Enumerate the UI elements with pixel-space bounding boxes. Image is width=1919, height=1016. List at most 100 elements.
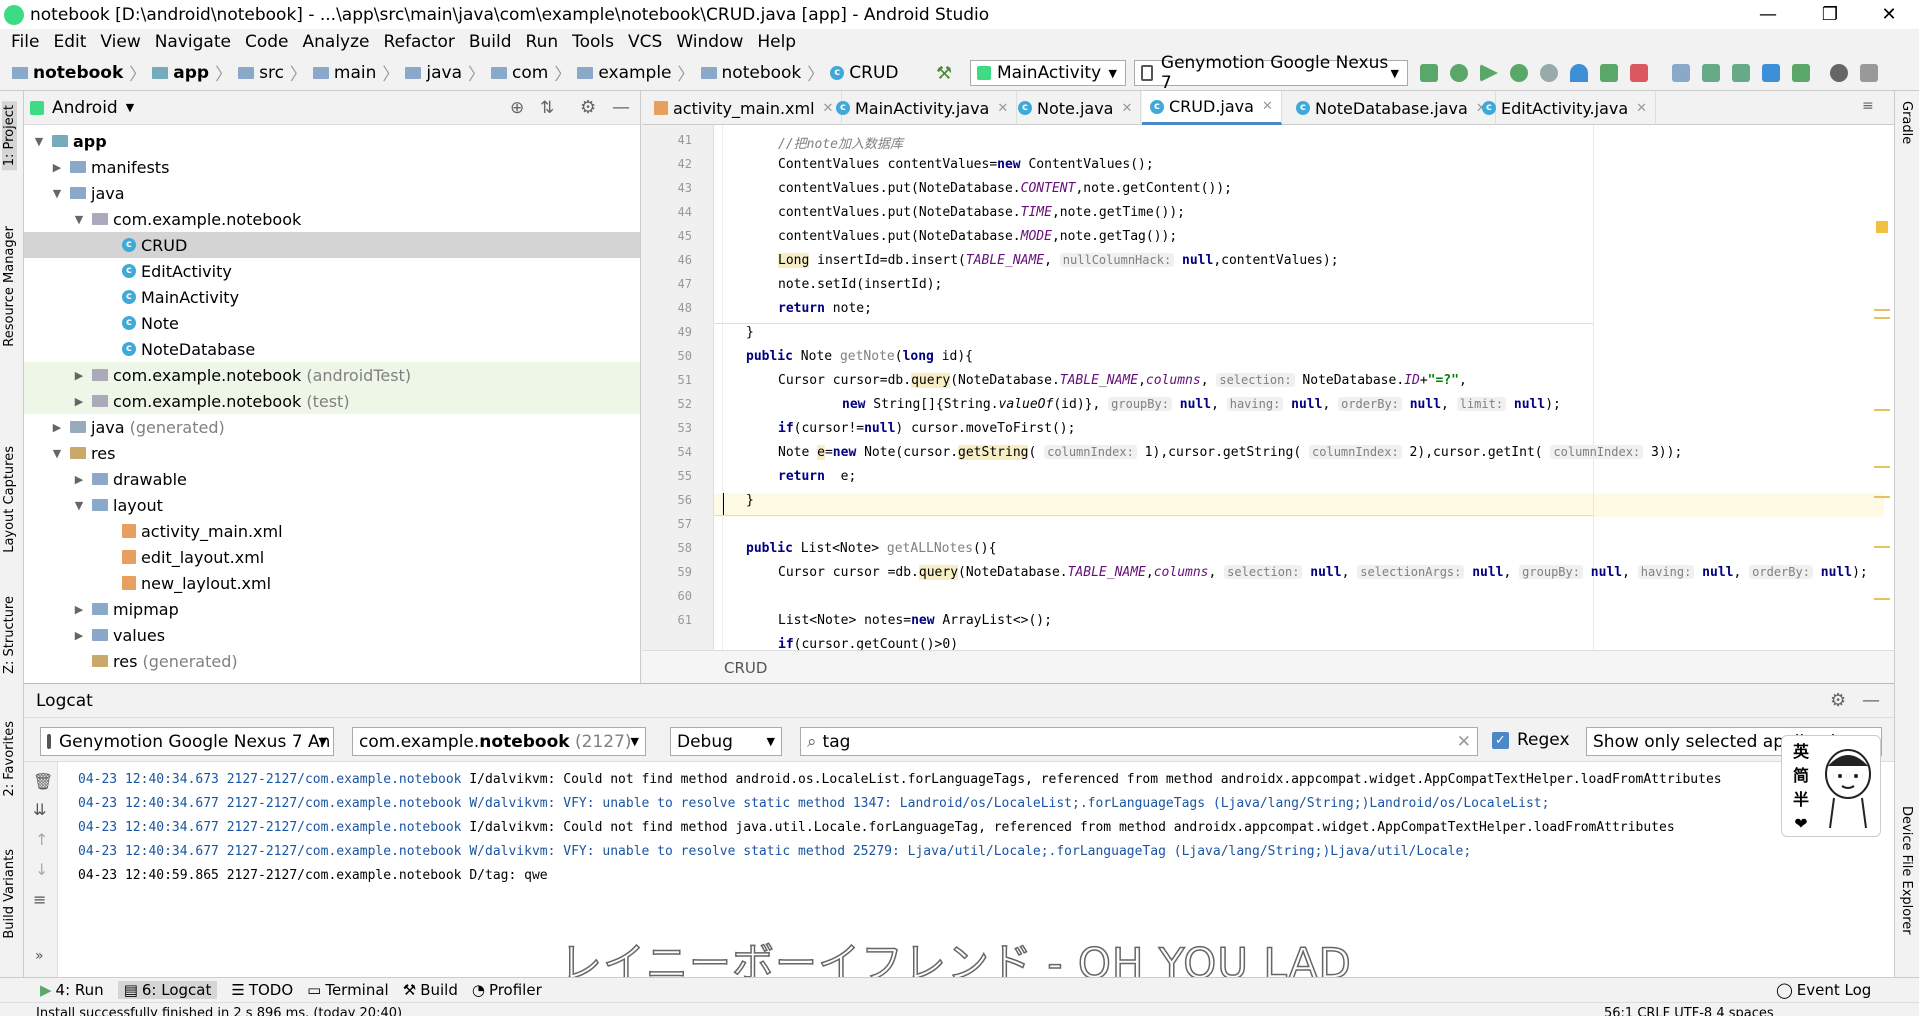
tab-resource-manager[interactable]: Resource Manager	[2, 226, 17, 347]
attach-debugger-icon[interactable]	[1540, 64, 1558, 82]
tree-item-package[interactable]: ▼ com.example.notebook	[24, 206, 640, 232]
tab-logcat[interactable]: ▤ 6: Logcat	[117, 981, 218, 999]
breadcrumb-notebook[interactable]: notebook	[33, 63, 123, 83]
tab-build-variants[interactable]: Build Variants	[2, 849, 17, 939]
tab-profiler[interactable]: ◔ Profiler	[472, 981, 542, 999]
run-config-select[interactable]: MainActivity ▼	[970, 60, 1126, 86]
tree-item-mipmap[interactable]: ▶ mipmap	[24, 596, 640, 622]
tab-mainactivity-java[interactable]: c MainActivity.java ✕	[828, 91, 1018, 125]
tree-item-mainactivity[interactable]: c MainActivity	[24, 284, 640, 310]
tree-item-app[interactable]: ▼ app	[24, 128, 640, 154]
menu-view[interactable]: View	[100, 32, 140, 52]
clear-icon[interactable]: ✕	[1457, 732, 1471, 752]
editor-breadcrumb-crud[interactable]: CRUD	[724, 659, 767, 677]
chevron-down-icon[interactable]: ▼	[126, 101, 134, 114]
event-log-button[interactable]: ◯ Event Log	[1776, 981, 1871, 999]
tree-item-crud[interactable]: c CRUD	[24, 232, 640, 258]
tree-item-res-generated[interactable]: ▶res (generated)	[24, 648, 640, 674]
tab-editactivity-java[interactable]: c EditActivity.java ✕	[1474, 91, 1657, 125]
minimize-icon[interactable]: —	[1745, 0, 1791, 29]
avd-manager-icon[interactable]	[1702, 64, 1720, 82]
tab-project[interactable]: 1: Project	[2, 101, 17, 171]
logcat-device-select[interactable]: Genymotion Google Nexus 7 An ▼	[40, 727, 334, 756]
hammer-icon[interactable]: ⚒	[936, 63, 952, 84]
tree-item-res[interactable]: ▼ res	[24, 440, 640, 466]
tab-structure[interactable]: Z: Structure	[2, 596, 17, 674]
code-area[interactable]: //把note加入数据库 ContentValues contentValues…	[714, 125, 1884, 650]
close-icon[interactable]: ✕	[1866, 0, 1912, 29]
tab-terminal[interactable]: ▭ Terminal	[307, 981, 389, 999]
sdk-manager-icon[interactable]	[1732, 64, 1750, 82]
search-icon[interactable]	[1830, 64, 1848, 82]
apply-code-changes-icon[interactable]	[1450, 64, 1468, 82]
menu-refactor[interactable]: Refactor	[384, 32, 455, 52]
gear-icon[interactable]: ⚙	[1830, 690, 1846, 711]
tab-layout-captures[interactable]: Layout Captures	[2, 446, 17, 553]
tab-device-file-explorer[interactable]: Device File Explorer	[1899, 806, 1914, 935]
tree-item-notedatabase[interactable]: c NoteDatabase	[24, 336, 640, 362]
tree-item-edit-layout-xml[interactable]: edit_layout.xml	[24, 544, 640, 570]
logcat-search-input[interactable]: ⌕ tag ✕	[800, 727, 1478, 756]
logcat-process-select[interactable]: com.example. notebook (2127) ▼	[352, 727, 646, 756]
tab-activity-main-xml[interactable]: activity_main.xml ✕	[646, 91, 843, 125]
menu-help[interactable]: Help	[757, 32, 796, 52]
breadcrumb-java[interactable]: java	[426, 63, 462, 83]
tree-item-activity-main-xml[interactable]: activity_main.xml	[24, 518, 640, 544]
settings-icon[interactable]	[1860, 64, 1878, 82]
tree-item-package-test[interactable]: ▶ com.example.notebook (test)	[24, 388, 640, 414]
profiler-icon[interactable]	[1570, 64, 1588, 82]
hide-icon[interactable]: —	[1862, 690, 1880, 711]
breadcrumb-main[interactable]: main	[334, 63, 376, 83]
collapse-all-icon[interactable]: ⇅	[540, 98, 554, 118]
menu-window[interactable]: Window	[676, 32, 743, 52]
breadcrumb-app[interactable]: app	[173, 63, 209, 83]
tree-item-new-laylout-xml[interactable]: new_laylout.xml	[24, 570, 640, 596]
checkbox-checked-icon[interactable]: ✓	[1492, 731, 1509, 749]
maximize-icon[interactable]: ❐	[1807, 0, 1853, 29]
tree-item-manifests[interactable]: ▶ manifests	[24, 154, 640, 180]
locate-icon[interactable]: ⊕	[510, 98, 524, 118]
inspection-indicator[interactable]	[1876, 221, 1888, 233]
menu-code[interactable]: Code	[245, 32, 289, 52]
tab-gradle[interactable]: Gradle	[1899, 101, 1914, 144]
breadcrumb-notebook-pkg[interactable]: notebook	[722, 63, 802, 83]
tree-item-java-generated[interactable]: ▶ java (generated)	[24, 414, 640, 440]
menu-edit[interactable]: Edit	[53, 32, 86, 52]
tree-item-values[interactable]: ▶ values	[24, 622, 640, 648]
tab-notedatabase-java[interactable]: cNoteDatabase.java✕	[1288, 91, 1496, 125]
gear-icon[interactable]: ⚙	[580, 97, 596, 118]
tree-item-note[interactable]: c Note	[24, 310, 640, 336]
tab-crud-java[interactable]: c CRUD.java ✕	[1142, 91, 1282, 125]
regex-toggle[interactable]: ✓ Regex	[1492, 730, 1570, 750]
breadcrumb-src[interactable]: src	[259, 63, 284, 83]
run-icon[interactable]	[1480, 64, 1498, 82]
hide-icon[interactable]: —	[612, 97, 630, 118]
tab-build[interactable]: ⚒ Build	[403, 981, 458, 999]
tree-item-drawable[interactable]: ▶ drawable	[24, 466, 640, 492]
tab-run[interactable]: ▶ 4: Run	[40, 981, 104, 999]
menu-run[interactable]: Run	[526, 32, 559, 52]
breadcrumb-example[interactable]: example	[598, 63, 671, 83]
tab-favorites[interactable]: 2: Favorites	[2, 721, 17, 797]
tab-note-java[interactable]: c Note.java ✕	[1010, 91, 1142, 125]
menu-file[interactable]: File	[11, 32, 39, 52]
tree-item-java[interactable]: ▼ java	[24, 180, 640, 206]
tree-item-package-androidtest[interactable]: ▶ com.example.notebook (androidTest)	[24, 362, 640, 388]
tab-todo[interactable]: ☰ TODO	[231, 981, 293, 999]
tree-item-layout[interactable]: ▼ layout	[24, 492, 640, 518]
menu-build[interactable]: Build	[469, 32, 512, 52]
status-info[interactable]: 56:1 CRLF UTF-8 4 spaces	[1604, 1003, 1774, 1016]
coverage-icon[interactable]	[1600, 64, 1618, 82]
layout-inspector-icon[interactable]	[1762, 64, 1780, 82]
breadcrumb-crud[interactable]: CRUD	[849, 63, 898, 83]
project-view-select[interactable]: Android	[52, 98, 118, 118]
project-structure-icon[interactable]	[1672, 64, 1690, 82]
sync-gradle-icon[interactable]	[1792, 64, 1810, 82]
menu-tools[interactable]: Tools	[572, 32, 614, 52]
tree-item-editactivity[interactable]: c EditActivity	[24, 258, 640, 284]
menu-navigate[interactable]: Navigate	[155, 32, 231, 52]
tab-overflow-icon[interactable]: ≡	[1862, 98, 1874, 114]
logcat-level-select[interactable]: Debug ▼	[670, 727, 782, 756]
menu-analyze[interactable]: Analyze	[303, 32, 370, 52]
breadcrumb-com[interactable]: com	[512, 63, 548, 83]
